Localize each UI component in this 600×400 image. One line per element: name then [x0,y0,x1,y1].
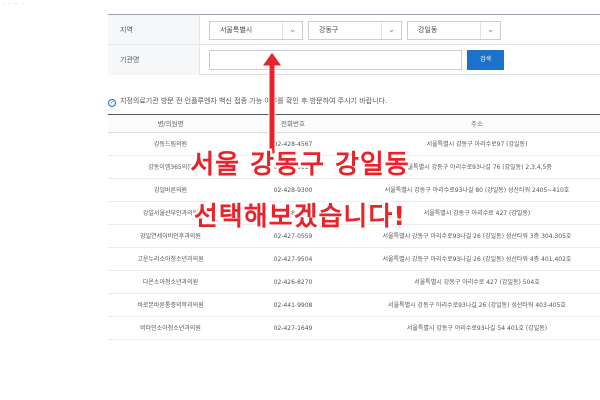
annotation-text-line1: 서울 강동구 강일동 [190,150,410,180]
dong-select[interactable]: 강일동 ⌄ [407,21,501,40]
search-form: 지역 서울특별시 ⌄ 강동구 ⌄ 강일동 ⌄ 기관명 검색 [108,14,600,75]
annotation-text-line2: 선택해보겠습니다! [193,202,407,232]
search-button[interactable]: 검색 [467,50,504,70]
breadcrumb: · · · · [2,0,25,8]
row-name: 다온소아청소년과의원 [142,279,199,286]
header-phone: 전화번호 [281,120,305,128]
table-row[interactable]: 다온소아청소년과의원 02-426-8270 서울특별시 강동구 아리수로 42… [108,271,600,294]
chevron-down-icon: ⌄ [480,22,500,39]
table-row[interactable]: 비타민소아청소년과의원 02-427-1649 서울특별시 강동구 아리수로93… [108,317,600,340]
org-name-input[interactable] [209,50,462,70]
district-select-value: 강동구 [319,26,339,34]
row-phone: 02-426-8270 [273,279,313,286]
row-name: 비타민소아청소년과의원 [140,325,201,332]
header-name: 병/의원명 [157,120,184,128]
annotation-arrow-icon [261,51,283,155]
region-row: 지역 서울특별시 ⌄ 강동구 ⌄ 강일동 ⌄ [108,15,600,45]
row-phone: 02-427-1649 [273,325,313,332]
row-name: 바로본바른통증의학과의원 [137,302,204,309]
table-header: 병/의원명 전화번호 주소 [108,114,600,133]
chevron-down-icon: ⌄ [381,22,401,39]
table-row[interactable]: 바로본바른통증의학과의원 02-441-9908 서울특별시 강동구 아리수로9… [108,294,600,317]
notice: ✓ 지정의료기관 방문 전 인플루엔자 백신 접종 가능 여부를 확인 후 방문하… [108,96,387,107]
district-select[interactable]: 강동구 ⌄ [308,21,402,40]
row-address: 서울특별시 강동구 아리수로93나길 26 (강일동) 성산타워 4층 401,… [382,256,572,263]
row-phone: 02-441-9908 [273,302,313,309]
table-row[interactable]: 고운누리소아청소년과의원 02-427-9504 서울특별시 강동구 아리수로9… [108,248,600,271]
header-address: 주소 [471,120,483,128]
dong-select-value: 강일동 [418,26,438,34]
row-name: 고운누리소아청소년과의원 [137,256,204,263]
chevron-down-icon: ⌄ [282,22,302,39]
city-select-value: 서울특별시 [220,26,253,34]
top-strip: · · · · [0,0,600,10]
city-select[interactable]: 서울특별시 ⌄ [209,21,303,40]
row-phone: 02-427-9504 [273,256,313,263]
row-address: 서울특별시 강동구 아리수로93나길 54 401호 (강일동) [406,325,548,332]
row-address: 서울특별시 강동구 아리수로93나길 26 (강일동) 성산타워 403-405… [388,302,566,309]
check-circle-icon: ✓ [108,99,116,107]
org-row: 기관명 검색 [108,45,600,75]
org-label: 기관명 [108,45,200,75]
region-label: 지역 [108,15,200,44]
row-address: 서울특별시 강동구 아리수로 427 (강일동) 504호 [414,279,540,286]
